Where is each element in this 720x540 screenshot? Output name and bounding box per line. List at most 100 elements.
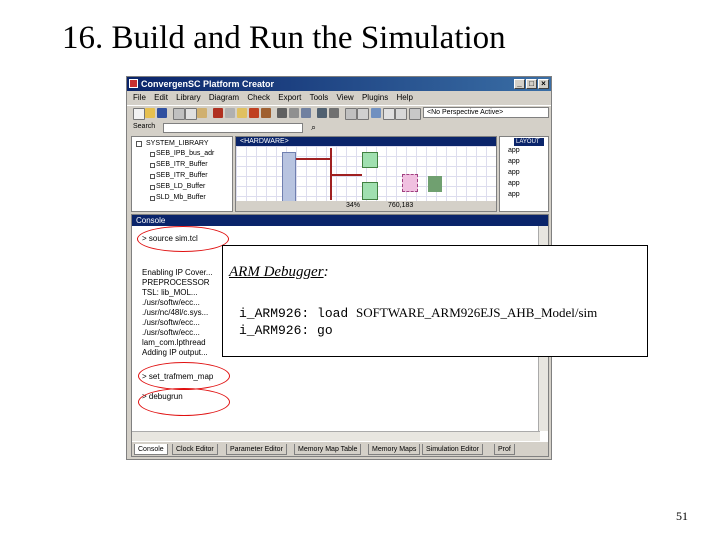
menu-help[interactable]: Help	[396, 93, 412, 102]
layout-item[interactable]: app	[508, 158, 520, 165]
layout-item[interactable]: app	[508, 169, 520, 176]
layout-item[interactable]: app	[508, 180, 520, 187]
menu-export[interactable]: Export	[278, 93, 301, 102]
open-icon[interactable]	[145, 108, 155, 118]
hammer-icon[interactable]	[249, 108, 259, 118]
search-label: Search	[133, 123, 156, 130]
cut-icon[interactable]	[173, 108, 185, 120]
library-item[interactable]: SEB_ITR_Buffer	[156, 172, 208, 179]
component-block[interactable]	[428, 176, 442, 192]
zoom-icon[interactable]	[289, 108, 299, 118]
library-title: SYSTEM_LIBRARY	[146, 140, 209, 147]
expand-icon[interactable]	[150, 174, 155, 179]
bus-block[interactable]	[282, 152, 296, 202]
maximize-icon[interactable]: □	[526, 79, 537, 89]
debugger-command: i_ARM926: load	[239, 306, 357, 321]
menu-plugins[interactable]: Plugins	[362, 93, 388, 102]
window-title: ConvergenSC Platform Creator	[141, 79, 275, 89]
debugger-title-suffix: :	[323, 264, 329, 280]
library-panel: SYSTEM_LIBRARY SEB_IPB_bus_adr SEB_ITR_B…	[131, 136, 233, 212]
collapse-icon[interactable]	[136, 141, 142, 147]
library-item[interactable]: SLD_Mb_Buffer	[156, 194, 206, 201]
folder-icon[interactable]	[237, 108, 247, 118]
debugger-title-text: ARM Debugger	[229, 264, 324, 280]
window-titlebar[interactable]: ConvergenSC Platform Creator _ □ ×	[127, 77, 551, 91]
tab-memory-map-table[interactable]: Memory Map Table	[294, 444, 362, 455]
hardware-panel: <HARDWARE> 34% 760,183	[235, 136, 497, 212]
console-line: Enabling IP Cover...	[142, 268, 213, 277]
bus-line	[332, 174, 362, 176]
tab-memory-maps[interactable]: Memory Maps	[368, 444, 421, 455]
minimize-icon[interactable]: _	[514, 79, 525, 89]
menu-library[interactable]: Library	[176, 93, 200, 102]
tab-clock-editor[interactable]: Clock Editor	[172, 444, 218, 455]
highlight-trafmem-command	[138, 362, 230, 390]
console-tabs: Console Clock Editor Parameter Editor Me…	[132, 442, 548, 456]
layout-item[interactable]: app	[508, 191, 520, 198]
paste-icon[interactable]	[197, 108, 207, 118]
tab-console[interactable]: Console	[134, 444, 168, 455]
layout-icon[interactable]	[357, 108, 369, 120]
console-line: ./usr/softw/ecc...	[142, 298, 200, 307]
perspective-dropdown[interactable]: <No Perspective Active>	[423, 107, 549, 118]
component-block[interactable]	[362, 182, 378, 200]
library-item[interactable]: SEB_LD_Buffer	[156, 183, 205, 190]
bus-line	[296, 158, 330, 160]
tab-parameter-editor[interactable]: Parameter Editor	[226, 444, 287, 455]
build-icon[interactable]	[213, 108, 223, 118]
coordinate-readout: 760,183	[388, 202, 414, 209]
menu-edit[interactable]: Edit	[154, 93, 168, 102]
menu-check[interactable]: Check	[247, 93, 270, 102]
binoculars-icon[interactable]: ⌕	[311, 122, 316, 133]
debugger-line: i_ARM926: go	[239, 322, 333, 338]
arm-debugger-callout: ARM Debugger: i_ARM926: load SOFTWARE_AR…	[222, 245, 648, 357]
new-icon[interactable]	[133, 108, 145, 120]
highlight-debugrun-command	[138, 388, 230, 416]
expand-icon[interactable]	[150, 152, 155, 157]
app-icon	[129, 79, 138, 88]
console-header: Console	[132, 215, 548, 226]
zoom-level[interactable]: 34%	[346, 201, 360, 211]
grid-icon[interactable]	[345, 108, 357, 120]
tab-simulation-editor[interactable]: Simulation Editor	[422, 444, 483, 455]
view-icon[interactable]	[395, 108, 407, 120]
library-item[interactable]: SEB_ITR_Buffer	[156, 161, 208, 168]
menu-diagram[interactable]: Diagram	[209, 93, 239, 102]
console-line: ./usr/softw/ecc...	[142, 328, 200, 337]
console-scrollbar-horizontal[interactable]	[132, 431, 540, 441]
library-item[interactable]: SEB_IPB_bus_adr	[156, 150, 214, 157]
debugger-command: i_ARM926: go	[239, 323, 333, 338]
highlight-source-command	[137, 226, 229, 252]
menu-tools[interactable]: Tools	[310, 93, 329, 102]
layout-item[interactable]: app	[508, 147, 520, 154]
link-icon[interactable]	[329, 108, 339, 118]
route-icon[interactable]	[317, 108, 327, 118]
expand-icon[interactable]	[150, 163, 155, 168]
search-input[interactable]	[163, 123, 303, 133]
console-line: lam_com.lpthread	[142, 338, 206, 347]
settings-icon[interactable]	[409, 108, 421, 120]
console-line: TSL: lib_MOL...	[142, 288, 198, 297]
debugger-title: ARM Debugger:	[229, 264, 329, 281]
window-icon[interactable]	[371, 108, 381, 118]
tab-prof[interactable]: Prof	[494, 444, 515, 455]
component-block[interactable]	[402, 174, 418, 192]
debugger-line: i_ARM926: load SOFTWARE_ARM926EJS_AHB_Mo…	[239, 305, 597, 321]
copy-icon[interactable]	[185, 108, 197, 120]
layout-panel: LAYOUT app app app app app	[499, 136, 549, 212]
expand-icon[interactable]	[150, 196, 155, 201]
hardware-header: <HARDWARE>	[236, 137, 496, 146]
diagram-canvas[interactable]	[236, 146, 496, 202]
menu-file[interactable]: File	[133, 93, 146, 102]
panel-icon[interactable]	[383, 108, 395, 120]
component-block[interactable]	[362, 152, 378, 168]
close-icon[interactable]: ×	[538, 79, 549, 89]
hand-icon[interactable]	[261, 108, 271, 118]
pointer-icon[interactable]	[277, 108, 287, 118]
search-row: Search ⌕	[127, 122, 551, 135]
expand-icon[interactable]	[150, 185, 155, 190]
menu-view[interactable]: View	[337, 93, 354, 102]
connect-icon[interactable]	[301, 108, 311, 118]
save-icon[interactable]	[157, 108, 167, 118]
tool-icon[interactable]	[225, 108, 235, 118]
